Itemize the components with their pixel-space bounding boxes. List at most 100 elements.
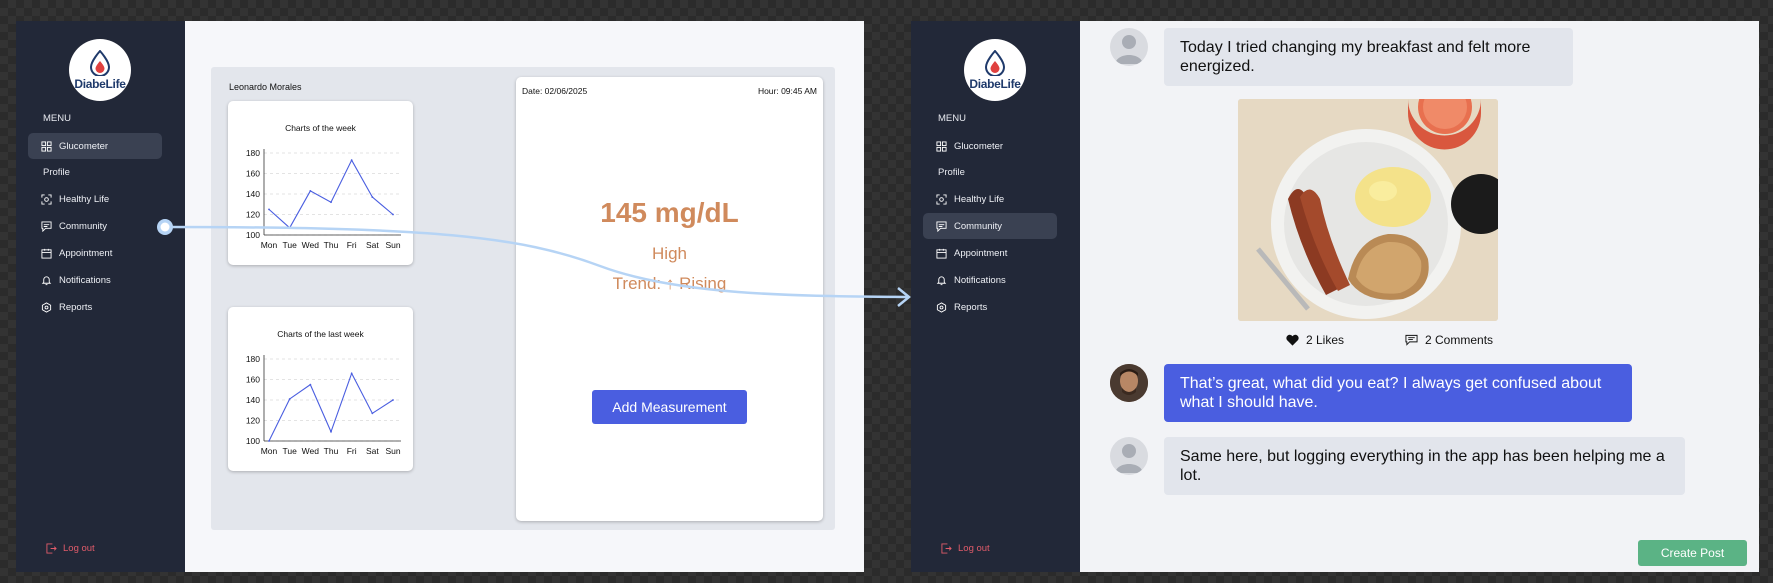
sidebar: DiabeLife MENU Glucometer Profile Health…: [911, 21, 1080, 572]
breakfast-image: [1238, 99, 1498, 321]
dashboard-icon: [936, 140, 947, 152]
y-tick-label: 140: [246, 395, 260, 405]
profile-heading: Profile: [43, 167, 70, 178]
sidebar-item-appointment[interactable]: Appointment: [28, 240, 162, 266]
data-point: [371, 196, 374, 198]
breakfast-photo[interactable]: [1238, 99, 1498, 321]
hexagon-icon: [41, 301, 52, 313]
post-text-bubble: That’s great, what did you eat? I always…: [1164, 364, 1632, 422]
data-point: [268, 440, 270, 442]
chat-icon: [936, 220, 947, 232]
data-point: [309, 383, 312, 386]
sidebar-item-notifications[interactable]: Notifications: [28, 267, 162, 293]
x-tick-label: Sun: [385, 446, 400, 456]
y-tick-label: 180: [246, 354, 260, 364]
x-tick-label: Mon: [261, 446, 278, 456]
calendar-icon: [41, 248, 52, 259]
sidebar-item-reports[interactable]: Reports: [28, 294, 162, 320]
post: That’s great, what did you eat? I always…: [1110, 364, 1632, 422]
logout-button[interactable]: Log out: [46, 543, 95, 554]
chat-icon: [41, 220, 52, 232]
data-point: [350, 372, 353, 375]
sidebar-item-community[interactable]: Community: [923, 213, 1057, 239]
glucose-value: 145 mg/dL: [600, 197, 739, 228]
logout-icon: [46, 543, 57, 554]
add-measurement-button[interactable]: Add Measurement: [592, 390, 747, 424]
sidebar-item-label: Reports: [954, 301, 988, 313]
logo-text: DiabeLife: [74, 76, 126, 91]
glucose-trend: Trend: ↑ Rising: [612, 274, 727, 293]
sidebar-item-healthy-life[interactable]: Healthy Life: [923, 186, 1057, 212]
data-point: [350, 159, 353, 162]
data-point: [371, 412, 374, 415]
logo-text: DiabeLife: [969, 76, 1021, 91]
y-tick-label: 180: [246, 148, 260, 158]
sidebar-item-glucometer[interactable]: Glucometer: [923, 133, 1057, 159]
profile-heading: Profile: [938, 167, 965, 178]
sidebar-item-healthy-life[interactable]: Healthy Life: [28, 186, 162, 212]
series-line: [268, 371, 394, 442]
sidebar-item-label: Appointment: [954, 247, 1008, 259]
data-point: [392, 213, 394, 216]
data-point: [330, 201, 332, 204]
sidebar-item-label: Community: [59, 220, 108, 232]
x-tick-label: Tue: [282, 446, 297, 456]
user-placeholder-icon: [1115, 35, 1143, 64]
likes-button[interactable]: 2 Likes: [1286, 333, 1344, 347]
sidebar-item-community[interactable]: Community: [28, 213, 162, 239]
sidebar-item-label: Glucometer: [954, 140, 1004, 152]
data-point: [268, 208, 270, 211]
create-post-button[interactable]: Create Post: [1638, 540, 1747, 566]
glucose-status: High: [652, 244, 687, 263]
glucometer-panel: Leonardo Morales Charts of the week 100 1…: [211, 67, 835, 530]
bell-icon: [936, 275, 947, 285]
sidebar-item-notifications[interactable]: Notifications: [923, 267, 1057, 293]
x-tick-label: Tue: [282, 240, 297, 250]
y-tick-label: 120: [246, 210, 260, 220]
blood-drop-icon: [984, 49, 1006, 76]
sidebar-item-label: Notifications: [59, 274, 111, 286]
connector-arrowhead: [897, 287, 911, 307]
sidebar-item-label: Healthy Life: [954, 193, 1005, 205]
avatar[interactable]: [1110, 28, 1148, 66]
app-logo[interactable]: DiabeLife: [964, 39, 1026, 101]
sidebar: DiabeLife MENU Glucometer Profile Health…: [16, 21, 185, 572]
community-feed: Today I tried changing my breakfast and …: [1080, 21, 1759, 572]
logout-button[interactable]: Log out: [941, 543, 990, 554]
x-tick-label: Sun: [385, 240, 400, 250]
y-tick-label: 120: [246, 416, 260, 426]
blood-drop-icon: [89, 49, 111, 76]
glucometer-screen: DiabeLife MENU Glucometer Profile Health…: [16, 21, 864, 572]
user-photo-icon: [1110, 364, 1148, 402]
x-tick-label: Thu: [324, 446, 339, 456]
avatar[interactable]: [1110, 364, 1148, 402]
x-tick-label: Sat: [366, 240, 379, 250]
sidebar-item-label: Reports: [59, 301, 93, 313]
logout-label: Log out: [958, 543, 990, 554]
logout-label: Log out: [63, 543, 95, 554]
reading-hour: Hour: 09:45 AM: [757, 86, 817, 96]
sidebar-item-label: Healthy Life: [59, 193, 110, 205]
x-tick-label: Wed: [302, 446, 320, 456]
x-tick-label: Fri: [347, 240, 357, 250]
y-tick-label: 160: [246, 375, 260, 385]
logout-icon: [941, 543, 952, 554]
calendar-icon: [936, 248, 947, 259]
sidebar-item-label: Notifications: [954, 274, 1006, 286]
sidebar-item-label: Community: [954, 220, 1003, 232]
data-point: [392, 399, 394, 401]
comments-button[interactable]: 2 Comments: [1405, 333, 1493, 347]
sidebar-item-reports[interactable]: Reports: [923, 294, 1057, 320]
sidebar-item-label: Appointment: [59, 247, 113, 259]
data-point: [288, 226, 291, 229]
y-tick-label: 140: [246, 189, 260, 199]
comments-count: 2 Comments: [1425, 333, 1494, 347]
hexagon-icon: [936, 301, 947, 313]
avatar[interactable]: [1110, 437, 1148, 475]
sidebar-item-glucometer[interactable]: Glucometer: [28, 133, 162, 159]
sidebar-item-appointment[interactable]: Appointment: [923, 240, 1057, 266]
app-logo[interactable]: DiabeLife: [69, 39, 131, 101]
y-tick-label: 100: [246, 436, 260, 446]
likes-count: 2 Likes: [1306, 333, 1345, 347]
x-tick-label: Sat: [366, 446, 379, 456]
